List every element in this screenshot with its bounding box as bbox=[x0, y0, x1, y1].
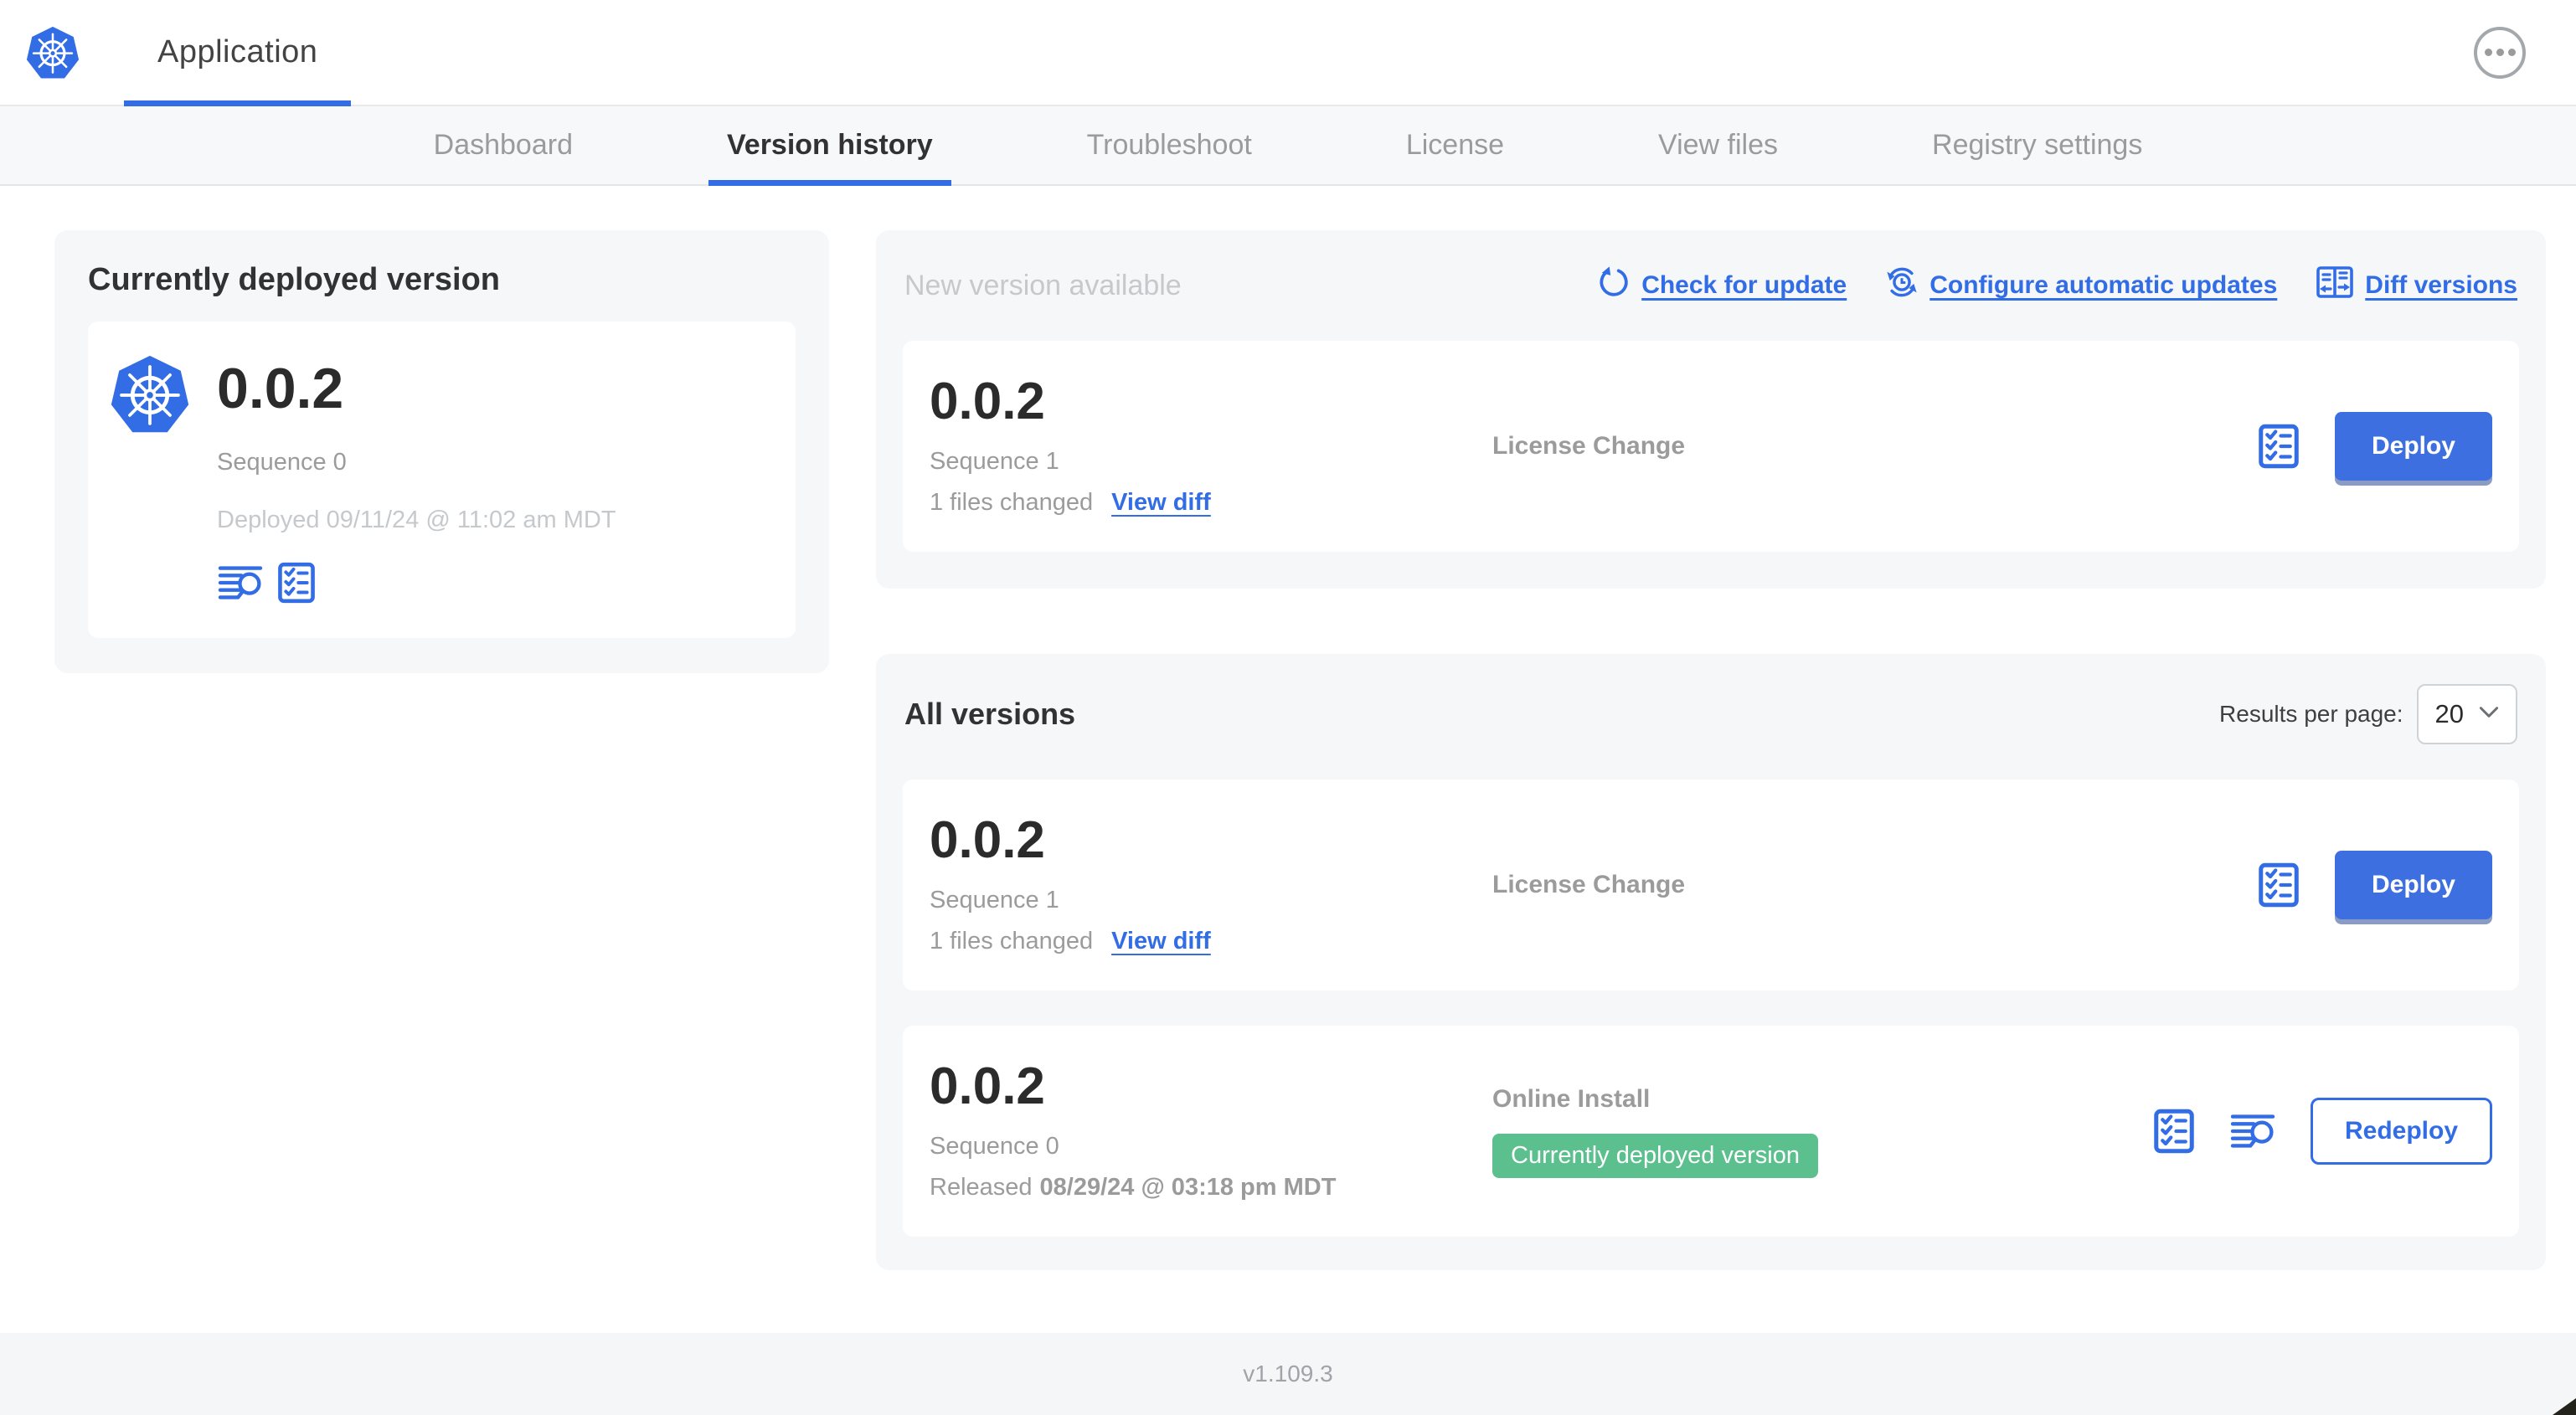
version-row: 0.0.2 Sequence 1 1 files changed View di… bbox=[903, 780, 2519, 990]
checklist-icon bbox=[2153, 1109, 2195, 1157]
version-source: License Change bbox=[1492, 432, 1686, 460]
deployed-sequence: Sequence 0 bbox=[217, 449, 347, 476]
schedule-update-icon bbox=[1885, 265, 1919, 306]
cursor-artifact bbox=[2553, 1398, 2576, 1415]
currently-deployed-badge: Currently deployed version bbox=[1492, 1133, 1818, 1178]
currently-deployed-title: Currently deployed version bbox=[88, 262, 501, 297]
view-diff-link[interactable]: View diff bbox=[1111, 489, 1211, 517]
kubernetes-logo-icon bbox=[25, 25, 80, 80]
kubernetes-logo-icon bbox=[110, 353, 190, 605]
version-sequence: Sequence 1 bbox=[930, 887, 1059, 913]
deployed-version-number: 0.0.2 bbox=[217, 357, 344, 420]
tab-dashboard[interactable]: Dashboard bbox=[415, 106, 591, 184]
tab-troubleshoot[interactable]: Troubleshoot bbox=[1069, 106, 1270, 184]
released-label: Released bbox=[930, 1174, 1033, 1201]
view-logs-button[interactable] bbox=[217, 563, 264, 603]
app-title: Application bbox=[157, 34, 318, 69]
chevron-down-icon bbox=[2479, 706, 2499, 723]
logs-icon bbox=[2230, 1114, 2275, 1154]
version-number: 0.0.2 bbox=[930, 373, 1045, 430]
currently-deployed-panel: Currently deployed version 0.0.2 Sequenc… bbox=[54, 230, 829, 673]
overflow-menu-button[interactable] bbox=[2474, 26, 2526, 79]
tab-view-files[interactable]: View files bbox=[1640, 106, 1796, 184]
view-diff-link[interactable]: View diff bbox=[1111, 928, 1211, 955]
preflight-checks-button[interactable] bbox=[2258, 423, 2300, 470]
files-changed-label: 1 files changed bbox=[930, 489, 1094, 516]
console-version: v1.109.3 bbox=[1243, 1361, 1333, 1387]
version-source: Online Install bbox=[1492, 1084, 1651, 1113]
deploy-button[interactable]: Deploy bbox=[2334, 851, 2492, 919]
deploy-button[interactable]: Deploy bbox=[2334, 412, 2492, 481]
tab-version-history[interactable]: Version history bbox=[708, 106, 951, 186]
app-footer: v1.109.3 bbox=[0, 1333, 2576, 1415]
configure-automatic-updates-link[interactable]: Configure automatic updates bbox=[1885, 265, 2277, 306]
logs-icon bbox=[217, 566, 264, 605]
version-source: License Change bbox=[1492, 871, 1686, 898]
checklist-icon bbox=[2258, 424, 2300, 472]
right-column: New version available Check for update C… bbox=[876, 230, 2546, 1270]
files-changed-label: 1 files changed bbox=[930, 928, 1094, 954]
admin-console-page: Application Dashboard Version history Tr… bbox=[0, 0, 2576, 1415]
released-timestamp: 08/29/24 @ 03:18 pm MDT bbox=[1039, 1174, 1337, 1201]
version-number: 0.0.2 bbox=[930, 811, 1045, 869]
all-versions-panel: All versions Results per page: 20 0.0.2 … bbox=[876, 654, 2546, 1270]
app-tab-application[interactable]: Application bbox=[124, 0, 352, 106]
refresh-icon bbox=[1597, 265, 1631, 306]
diff-icon bbox=[2316, 265, 2354, 306]
view-logs-button[interactable] bbox=[2230, 1111, 2275, 1151]
new-version-title: New version available bbox=[904, 269, 1182, 301]
tab-license[interactable]: License bbox=[1388, 106, 1522, 184]
new-version-row: 0.0.2 Sequence 1 1 files changed View di… bbox=[903, 341, 2519, 552]
version-sequence: Sequence 0 bbox=[930, 1133, 1059, 1160]
all-versions-title: All versions bbox=[904, 697, 1076, 731]
preflight-checks-button[interactable] bbox=[2258, 862, 2300, 908]
checklist-icon bbox=[277, 562, 316, 607]
version-sequence: Sequence 1 bbox=[930, 448, 1059, 475]
app-header: Application bbox=[0, 0, 2576, 106]
results-per-page-label: Results per page: bbox=[2219, 701, 2403, 727]
main-content: Currently deployed version 0.0.2 Sequenc… bbox=[0, 186, 2576, 1333]
version-number: 0.0.2 bbox=[930, 1057, 1045, 1115]
preflight-checks-button[interactable] bbox=[2153, 1108, 2195, 1155]
checklist-icon bbox=[2258, 862, 2300, 911]
tab-registry-settings[interactable]: Registry settings bbox=[1914, 106, 2161, 184]
redeploy-button[interactable]: Redeploy bbox=[2310, 1098, 2492, 1165]
deployed-timestamp: Deployed 09/11/24 @ 11:02 am MDT bbox=[217, 507, 616, 533]
diff-versions-link[interactable]: Diff versions bbox=[2316, 265, 2517, 306]
page-tabs: Dashboard Version history Troubleshoot L… bbox=[0, 106, 2576, 186]
new-version-panel: New version available Check for update C… bbox=[876, 230, 2546, 589]
ellipsis-icon bbox=[2484, 49, 2516, 56]
preflight-checks-button[interactable] bbox=[277, 561, 316, 605]
version-row: 0.0.2 Sequence 0 Released 08/29/24 @ 03:1… bbox=[903, 1026, 2519, 1237]
currently-deployed-card: 0.0.2 Sequence 0 Deployed 09/11/24 @ 11:… bbox=[88, 322, 796, 638]
results-per-page-select[interactable]: 20 bbox=[2416, 684, 2517, 744]
check-for-update-link[interactable]: Check for update bbox=[1597, 265, 1847, 306]
